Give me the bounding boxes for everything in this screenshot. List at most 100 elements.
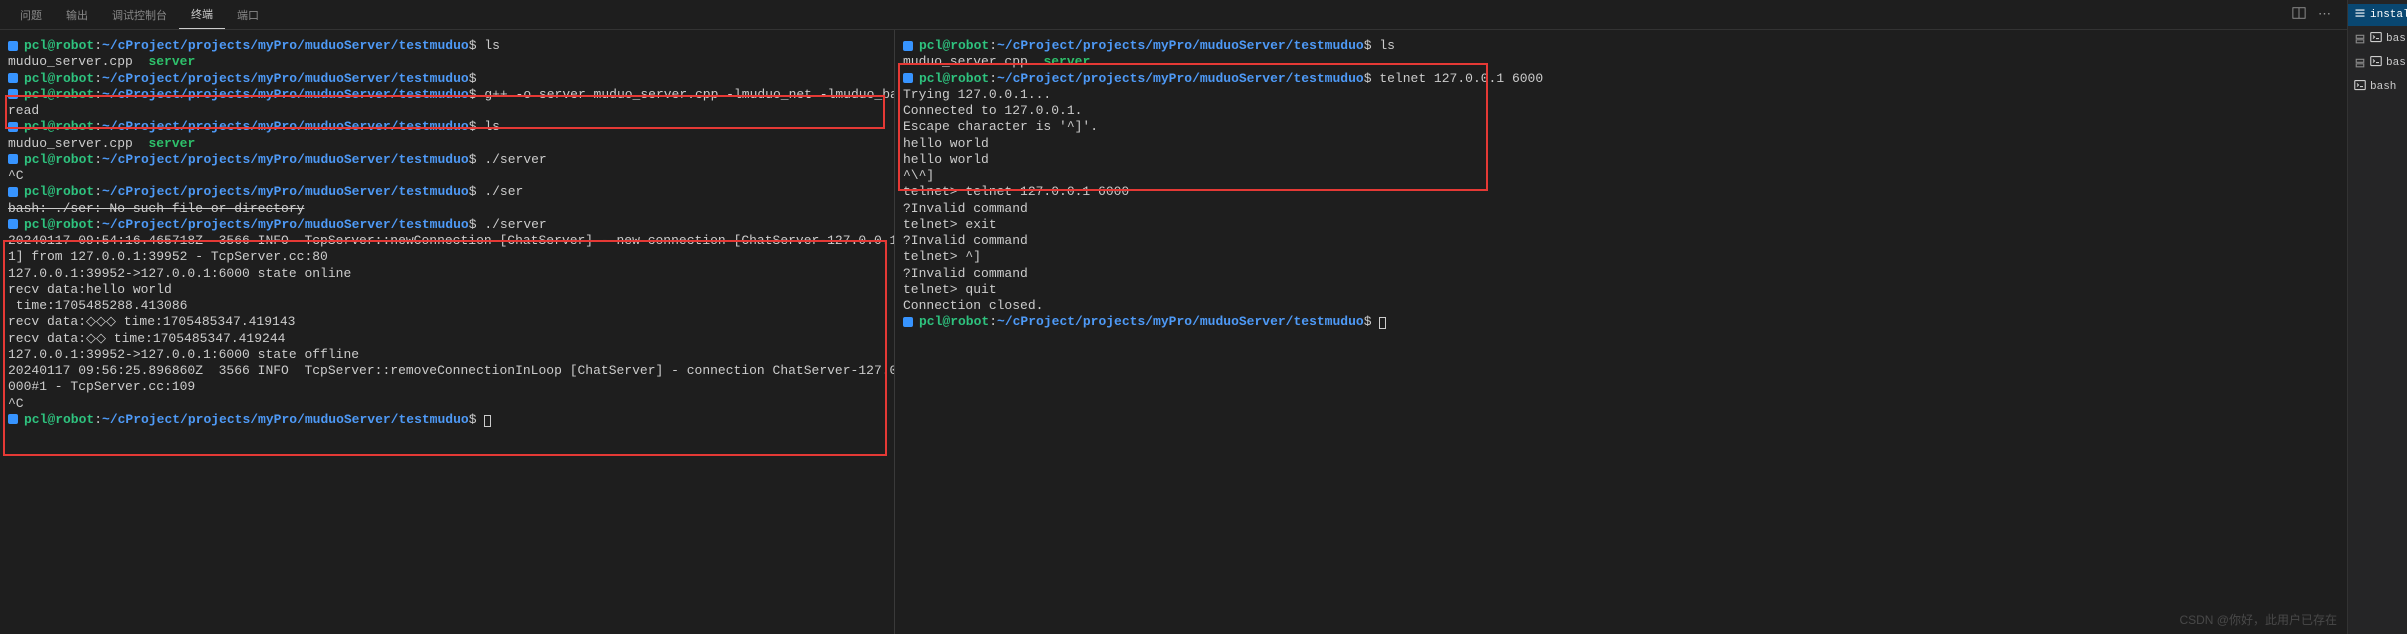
prompt-icon [8, 154, 18, 164]
prompt-icon [8, 122, 18, 132]
output-line: ^C [8, 396, 886, 412]
prompt-path: ~/cProject/projects/myPro/muduoServer/te… [102, 184, 469, 199]
output-line: muduo_server.cpp server [8, 136, 886, 152]
command-text: ./server [484, 152, 546, 167]
prompt-user: pcl@robot [24, 412, 94, 427]
output-line: telnet> exit [903, 217, 2339, 233]
prompt-user: pcl@robot [919, 38, 989, 53]
prompt-icon [903, 41, 913, 51]
prompt-icon [903, 317, 913, 327]
prompt-user: pcl@robot [919, 314, 989, 329]
output-line: bash: ./ser: No such file or directory [8, 201, 886, 217]
prompt-icon [8, 219, 18, 229]
prompt-line: pcl@robot:~/cProject/projects/myPro/mudu… [8, 152, 886, 168]
output-line: time:1705485288.413086 [8, 298, 886, 314]
command-text: ./server [484, 217, 546, 232]
output-line: muduo_server.cpp server [903, 54, 2339, 70]
prompt-line: pcl@robot:~/cProject/projects/myPro/mudu… [903, 38, 2339, 54]
sidebar-item-label: bas [2386, 33, 2406, 45]
output-line: recv data:hello world [8, 282, 886, 298]
tab-debug-console[interactable]: 调试控制台 [100, 1, 179, 29]
output-line: 127.0.0.1:39952->127.0.0.1:6000 state of… [8, 347, 886, 363]
output-line: Trying 127.0.0.1... [903, 87, 2339, 103]
split-bottom-icon [2354, 57, 2366, 70]
output-line: recv data:◇◇ time:1705485347.419244 [8, 331, 886, 347]
sidebar-item-label: instal [2370, 9, 2407, 21]
output-line: ?Invalid command [903, 233, 2339, 249]
prompt-line: pcl@robot:~/cProject/projects/myPro/mudu… [903, 71, 2339, 87]
split-top-icon [2354, 33, 2366, 46]
prompt-path: ~/cProject/projects/myPro/muduoServer/te… [102, 71, 469, 86]
prompt-user: pcl@robot [24, 217, 94, 232]
prompt-user: pcl@robot [24, 38, 94, 53]
terminal-icon [2370, 31, 2382, 47]
tab-terminal[interactable]: 终端 [179, 0, 225, 29]
prompt-icon [8, 414, 18, 424]
prompt-path: ~/cProject/projects/myPro/muduoServer/te… [997, 314, 1364, 329]
terminal-icon [2354, 79, 2366, 95]
terminal-container: pcl@robot:~/cProject/projects/myPro/mudu… [0, 30, 2347, 634]
terminal-pane-right[interactable]: pcl@robot:~/cProject/projects/myPro/mudu… [895, 30, 2347, 634]
terminal-pane-left[interactable]: pcl@robot:~/cProject/projects/myPro/mudu… [0, 30, 895, 634]
tab-output[interactable]: 输出 [54, 1, 100, 29]
command-text: ls [484, 119, 500, 134]
output-line: 000#1 - TcpServer.cc:109 [8, 379, 886, 395]
prompt-icon [903, 73, 913, 83]
output-line: telnet> ^] [903, 249, 2339, 265]
prompt-line: pcl@robot:~/cProject/projects/myPro/mudu… [8, 38, 886, 54]
sidebar-item-bash-1[interactable]: bas [2348, 28, 2407, 50]
watermark: CSDN @你好，此用户已存在 [2179, 611, 2337, 628]
prompt-line: pcl@robot:~/cProject/projects/myPro/mudu… [8, 87, 886, 103]
prompt-line: pcl@robot:~/cProject/projects/myPro/mudu… [8, 412, 886, 428]
output-line: muduo_server.cpp server [8, 54, 886, 70]
terminal-toolbar: ⋯ [2292, 6, 2339, 24]
prompt-icon [8, 89, 18, 99]
prompt-path: ~/cProject/projects/myPro/muduoServer/te… [102, 87, 469, 102]
output-line: 20240117 09:56:25.896860Z 3566 INFO TcpS… [8, 363, 886, 379]
output-line: hello world [903, 152, 2339, 168]
prompt-path: ~/cProject/projects/myPro/muduoServer/te… [102, 217, 469, 232]
output-line: telnet> telnet 127.0.0.1 6000 [903, 184, 2339, 200]
sidebar-item-label: bas [2386, 57, 2406, 69]
output-line: ?Invalid command [903, 266, 2339, 282]
output-line: 1] from 127.0.0.1:39952 - TcpServer.cc:8… [8, 249, 886, 265]
output-line: 127.0.0.1:39952->127.0.0.1:6000 state on… [8, 266, 886, 282]
tab-ports[interactable]: 端口 [225, 1, 271, 29]
output-line: ^C [8, 168, 886, 184]
split-layout-icon[interactable] [2292, 6, 2306, 24]
output-line: Connected to 127.0.0.1. [903, 103, 2339, 119]
prompt-line: pcl@robot:~/cProject/projects/myPro/mudu… [8, 71, 886, 87]
sidebar-item-bash-3[interactable]: bash [2348, 76, 2407, 98]
prompt-user: pcl@robot [24, 119, 94, 134]
sidebar-item-bash-2[interactable]: bas [2348, 52, 2407, 74]
cursor [484, 415, 491, 427]
sidebar-item-install[interactable]: instal [2348, 4, 2407, 26]
output-line: 20240117 09:54:16.465718Z 3566 INFO TcpS… [8, 233, 886, 249]
prompt-icon [8, 73, 18, 83]
install-icon [2354, 7, 2366, 23]
prompt-path: ~/cProject/projects/myPro/muduoServer/te… [102, 152, 469, 167]
prompt-user: pcl@robot [919, 71, 989, 86]
command-text: g++ -o server muduo_server.cpp -lmuduo_n… [484, 87, 895, 102]
output-line: recv data:◇◇◇ time:1705485347.419143 [8, 314, 886, 330]
prompt-icon [8, 41, 18, 51]
prompt-user: pcl@robot [24, 87, 94, 102]
output-line: Connection closed. [903, 298, 2339, 314]
prompt-path: ~/cProject/projects/myPro/muduoServer/te… [102, 38, 469, 53]
prompt-path: ~/cProject/projects/myPro/muduoServer/te… [997, 71, 1364, 86]
more-icon[interactable]: ⋯ [2318, 7, 2331, 22]
sidebar-item-label: bash [2370, 81, 2396, 93]
output-line: read [8, 103, 886, 119]
command-text: ./ser [484, 184, 523, 199]
terminal-icon [2370, 55, 2382, 71]
prompt-user: pcl@robot [24, 71, 94, 86]
command-text: ls [484, 38, 500, 53]
prompt-path: ~/cProject/projects/myPro/muduoServer/te… [102, 119, 469, 134]
prompt-line: pcl@robot:~/cProject/projects/myPro/mudu… [8, 119, 886, 135]
tabs-bar: 问题 输出 调试控制台 终端 端口 ⋯ [0, 0, 2347, 30]
output-line: ^\^] [903, 168, 2339, 184]
output-line: telnet> quit [903, 282, 2339, 298]
prompt-path: ~/cProject/projects/myPro/muduoServer/te… [102, 412, 469, 427]
tab-problems[interactable]: 问题 [8, 1, 54, 29]
terminal-group-sidebar: instal bas bas bash [2347, 0, 2407, 634]
